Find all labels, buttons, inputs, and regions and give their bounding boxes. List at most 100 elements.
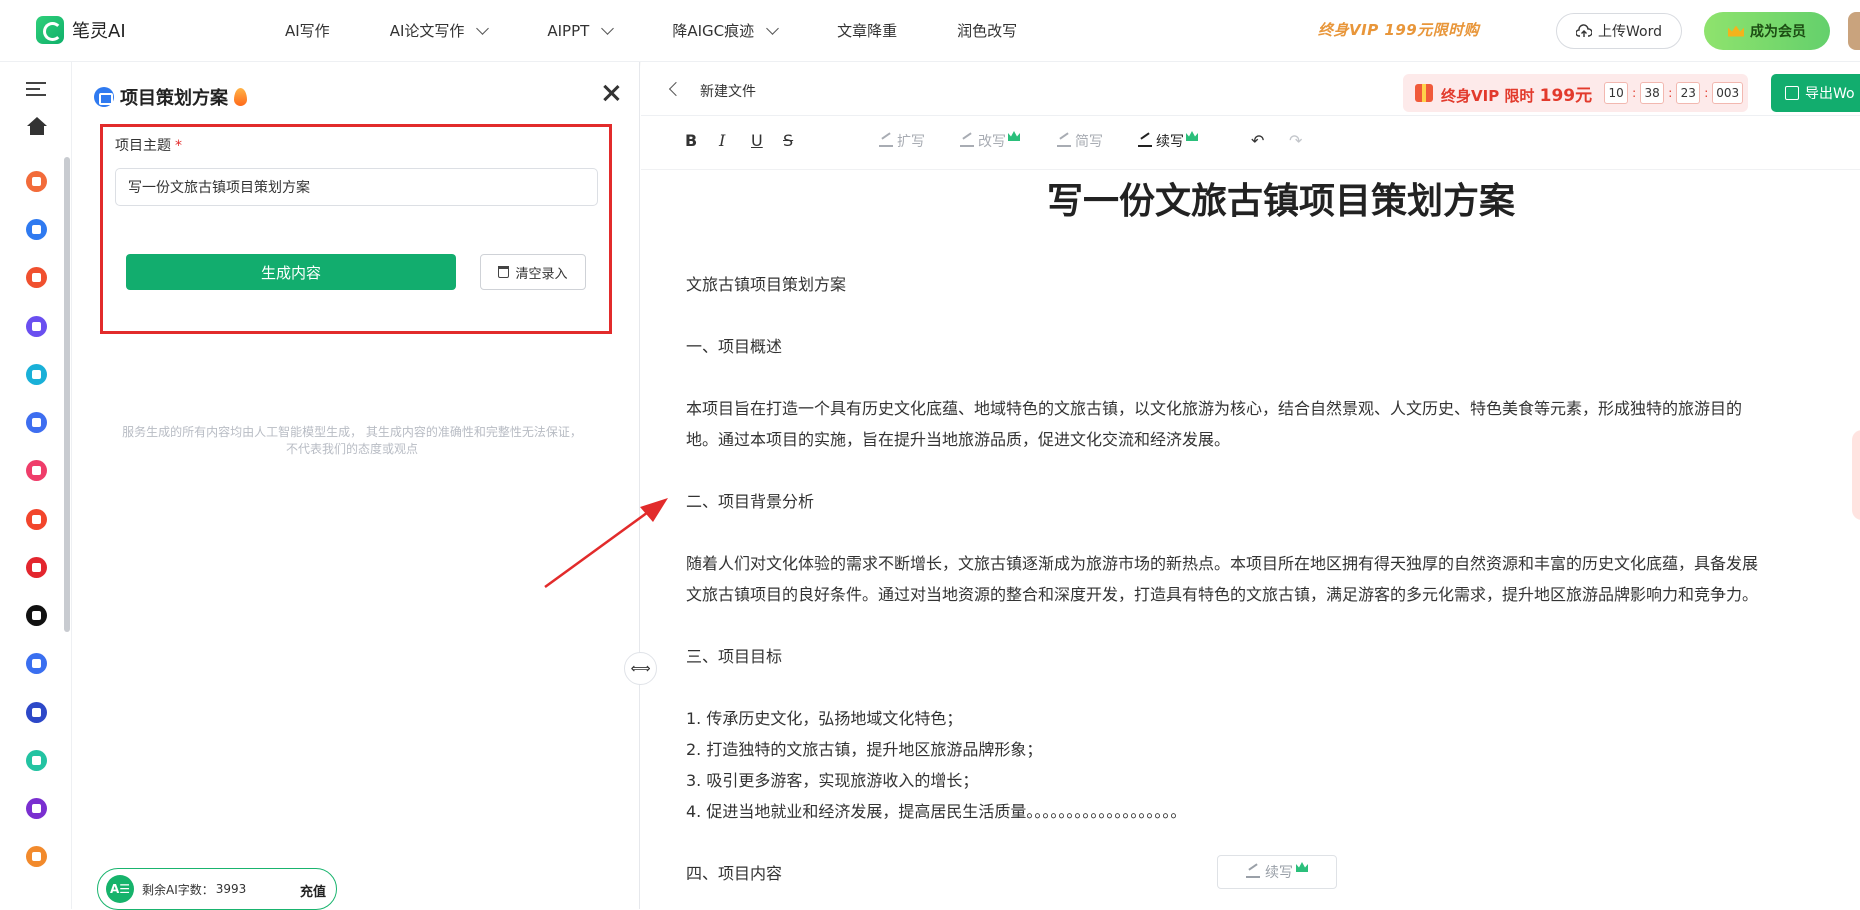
timer-minutes: 38	[1640, 82, 1665, 104]
doc-list-item: 3. 吸引更多游客，实现旅游收入的增长；	[686, 771, 979, 790]
export-label: 导出Wo	[1805, 86, 1855, 102]
rewrite-button[interactable]: 改写	[960, 131, 1020, 151]
continue-icon	[1138, 135, 1152, 147]
crown-icon	[1728, 25, 1744, 37]
vip-gem-icon	[1186, 131, 1198, 141]
floating-continue-button[interactable]: 续写	[1217, 855, 1337, 889]
project-plan-icon[interactable]	[26, 219, 47, 240]
timer-millis: 003	[1712, 82, 1744, 104]
countdown-timer: 10: 38: 23: 003	[1604, 82, 1744, 104]
doc-heading: 四、项目内容	[686, 864, 783, 883]
graduation-cap-icon[interactable]	[26, 702, 47, 723]
continue-button[interactable]: 续写	[1138, 131, 1198, 151]
chevron-down-icon	[476, 21, 490, 35]
nav-ai-writing[interactable]: AI写作	[285, 20, 330, 41]
panel-title: 项目策划方案	[94, 84, 247, 110]
logo[interactable]: 笔灵AI	[36, 16, 126, 44]
panel-title-text: 项目策划方案	[120, 88, 228, 109]
doc-list-item: 2. 打造独特的文旅古镇，提升地区旅游品牌形象；	[686, 740, 1043, 759]
nav-label: 文章降重	[837, 22, 898, 40]
export-word-button[interactable]: 导出Wo	[1771, 74, 1860, 112]
vip-offer-label: 终身VIP 限时 199元	[1441, 81, 1592, 106]
simplify-icon	[1057, 135, 1071, 147]
form-panel: 项目策划方案 项目主题* 生成内容 清空录入 服务生成的所有内容均由人工智能模型…	[72, 62, 640, 910]
tiktok-icon[interactable]	[26, 605, 47, 626]
bold-button[interactable]: B	[685, 131, 697, 150]
disclaimer-line: 不代表我们的态度或观点	[285, 442, 418, 456]
document-title: 写一份文旅古镇项目策划方案	[1046, 181, 1515, 222]
resize-arrows-icon: ⟺	[630, 660, 651, 677]
nav-label: AI论文写作	[389, 22, 465, 40]
hot-tool-icon[interactable]	[26, 171, 47, 192]
quota-value: 3993	[215, 882, 247, 896]
ppt-tool-icon[interactable]	[26, 267, 47, 288]
simplify-button[interactable]: 简写	[1057, 131, 1103, 151]
avatar[interactable]	[1848, 12, 1860, 50]
become-member-button[interactable]: 成为会员	[1704, 12, 1830, 50]
underline-button[interactable]: U	[751, 131, 763, 150]
nav-ai-paper[interactable]: AI论文写作	[389, 20, 490, 41]
member-label: 成为会员	[1750, 24, 1806, 40]
doc-line: 文旅古镇项目的良好条件。通过对当地资源的整合和深度开发，打造具有特色的文旅古镇，…	[686, 585, 1759, 604]
close-icon[interactable]	[600, 82, 622, 104]
rewrite-icon	[960, 135, 974, 147]
nav-aippt[interactable]: AIPPT	[547, 20, 615, 41]
undo-button[interactable]: ↶	[1251, 131, 1264, 150]
doc-list-item: 4. 促进当地就业和经济发展，提高居民生活质量。。。。。。。。。。。。。。。。。…	[686, 802, 1187, 821]
expand-button[interactable]: 扩写	[879, 131, 925, 151]
note-tool-icon[interactable]	[26, 460, 47, 481]
menu-icon[interactable]	[26, 82, 46, 96]
vip-countdown-banner[interactable]: 终身VIP 限时 199元 10: 38: 23: 003	[1403, 74, 1748, 112]
topic-form-highlight: 项目主题* 生成内容 清空录入	[100, 124, 612, 334]
home-icon[interactable]	[27, 117, 47, 135]
edit-tool-icon[interactable]	[26, 846, 47, 867]
floating-continue-label: 续写	[1265, 865, 1293, 881]
book-tool-icon[interactable]	[26, 798, 47, 819]
clear-label: 清空录入	[515, 266, 568, 282]
continue-icon	[1246, 866, 1260, 878]
topic-field-label: 项目主题 *	[115, 135, 182, 155]
fire-tool-icon[interactable]	[26, 509, 47, 530]
clear-input-button[interactable]: 清空录入	[480, 254, 586, 290]
vip-promo-banner[interactable]: 终身VIP 199元限时购	[1318, 19, 1479, 40]
badge-tool-icon[interactable]	[26, 316, 47, 337]
resize-handle[interactable]: ⟺	[624, 652, 657, 685]
timer-hours: 10	[1604, 82, 1629, 104]
file-tool-icon[interactable]	[26, 750, 47, 771]
gift-icon	[1415, 84, 1433, 102]
image-tool-icon[interactable]	[26, 364, 47, 385]
report-tool-icon[interactable]	[26, 653, 47, 674]
generate-content-button[interactable]: 生成内容	[126, 254, 456, 290]
doc-line: 文旅古镇项目策划方案	[686, 275, 847, 294]
back-chevron-icon[interactable]	[668, 81, 684, 97]
doc-heading: 二、项目背景分析	[686, 492, 815, 511]
document-editor: 新建文件 终身VIP 限时 199元 10: 38: 23: 003 导出Wo …	[641, 62, 1860, 909]
flame-icon	[234, 88, 247, 106]
doc-line: 本项目旨在打造一个具有历史文化底蕴、地域特色的文旅古镇，以文化旅游为核心，结合自…	[686, 399, 1743, 418]
nav-label: 润色改写	[957, 22, 1018, 40]
document-name[interactable]: 新建文件	[700, 81, 756, 101]
sidebar-scrollbar[interactable]	[64, 157, 70, 632]
expand-icon	[879, 135, 893, 147]
redo-button[interactable]: ↷	[1289, 131, 1302, 150]
chevron-down-icon	[766, 21, 779, 35]
tool-sidebar	[0, 62, 72, 909]
strikethrough-button[interactable]: S	[783, 131, 793, 150]
vip-gem-icon	[1296, 862, 1308, 872]
nav-label: AIPPT	[547, 21, 590, 40]
xiaohongshu-icon[interactable]	[26, 557, 47, 578]
doc-list-item: 1. 传承历史文化，弘扬地域文化特色；	[686, 709, 963, 728]
main-nav: AI写作 AI论文写作 AIPPT 降AIGC痕迹 文章降重 润色改写	[285, 20, 1077, 41]
trash-icon	[498, 266, 510, 278]
export-icon	[1785, 86, 1799, 100]
doc-tool-icon[interactable]	[26, 412, 47, 433]
vip-price: 199元	[1539, 85, 1593, 106]
recharge-button[interactable]: 充值	[300, 881, 326, 900]
side-widget-tab[interactable]	[1852, 430, 1860, 520]
nav-polish[interactable]: 润色改写	[957, 20, 1017, 41]
upload-word-button[interactable]: 上传Word	[1556, 13, 1682, 49]
topic-input[interactable]	[115, 168, 598, 206]
italic-button[interactable]: I	[719, 131, 725, 150]
nav-reduce-aigc[interactable]: 降AIGC痕迹	[672, 20, 779, 41]
nav-dedupe[interactable]: 文章降重	[837, 20, 897, 41]
